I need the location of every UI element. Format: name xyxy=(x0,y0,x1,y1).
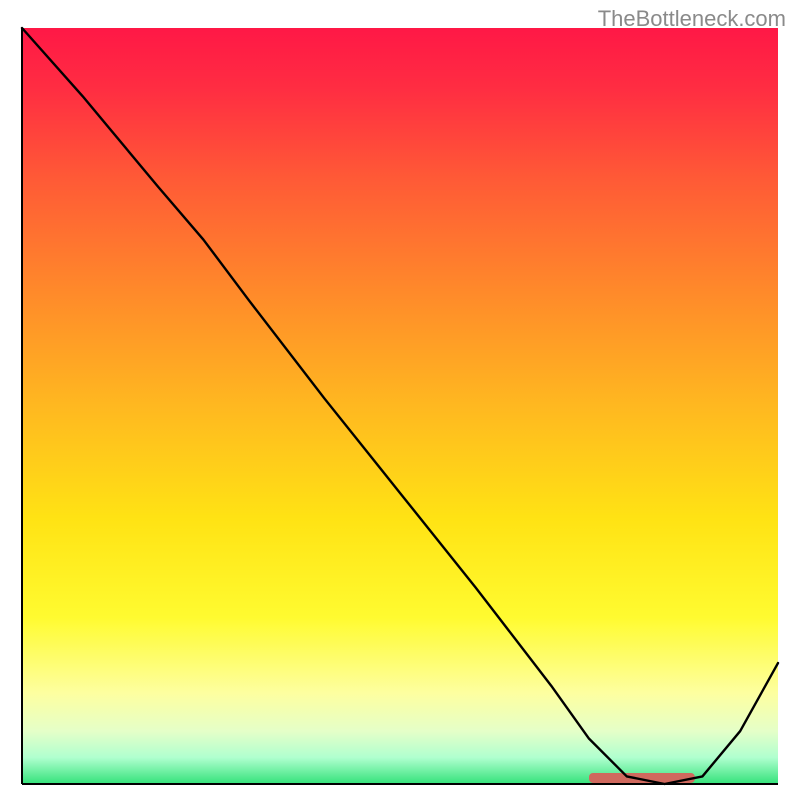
watermark-text: TheBottleneck.com xyxy=(598,6,786,32)
bottleneck-chart xyxy=(0,0,800,800)
chart-background xyxy=(22,28,778,784)
